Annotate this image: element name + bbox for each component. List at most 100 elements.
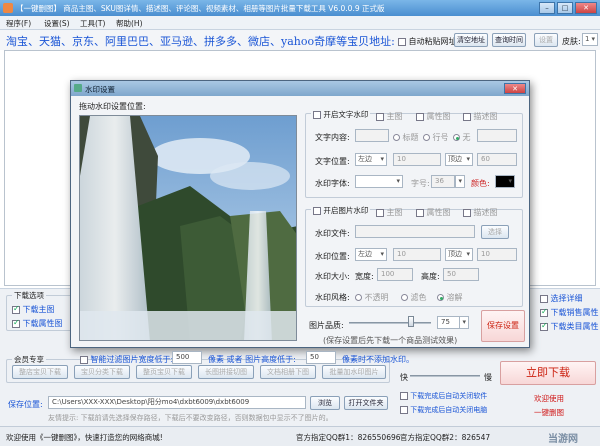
- filter-height-input[interactable]: 50: [306, 351, 336, 364]
- wm-style-opaque[interactable]: 不透明: [355, 292, 389, 303]
- text-wm-target-main[interactable]: 主图: [376, 111, 403, 122]
- img-wm-target-attr-checkbox[interactable]: [416, 208, 424, 217]
- img-wm-target-main-checkbox[interactable]: [376, 208, 384, 217]
- filter-width-input[interactable]: 500: [172, 351, 202, 364]
- img-wm-target-main[interactable]: 主图: [376, 207, 403, 218]
- auto-close-app-option[interactable]: 下载完成后自动关闭软件: [400, 391, 487, 401]
- watermark-file-label: 水印文件:: [315, 229, 350, 238]
- menu-settings[interactable]: 设置(S): [44, 18, 70, 29]
- font-size-input[interactable]: 36: [431, 175, 455, 188]
- auto-paste-option[interactable]: 自动粘贴网址: [398, 36, 457, 47]
- text-wm-target-attr[interactable]: 属性图: [416, 111, 451, 122]
- text-v-align-select[interactable]: 顶边: [445, 153, 473, 166]
- color-picker[interactable]: [495, 175, 515, 188]
- img-wm-target-desc-checkbox[interactable]: [463, 208, 471, 217]
- text-wm-target-attr-checkbox[interactable]: [416, 112, 424, 121]
- select-detail-checkbox[interactable]: [540, 294, 548, 303]
- content-opt-line[interactable]: 行号: [423, 132, 449, 143]
- content-opt-none-radio[interactable]: [453, 134, 460, 141]
- auto-paste-checkbox[interactable]: [398, 37, 406, 46]
- long-image-stitch-button[interactable]: 长图拼接切图: [198, 365, 254, 379]
- category-download-button[interactable]: 宝贝分类下载: [74, 365, 130, 379]
- wm-h-align-select[interactable]: 左边: [355, 248, 387, 261]
- download-attr-image-checkbox[interactable]: [12, 318, 20, 328]
- text-h-align-select[interactable]: 左边: [355, 153, 387, 166]
- download-sales-attr-label: 下载销售属性: [550, 308, 599, 317]
- doc-album-button[interactable]: 文档相册下图: [260, 365, 316, 379]
- wm-height-label: 高度:: [421, 272, 440, 281]
- content-opt-title[interactable]: 标题: [393, 132, 419, 143]
- text-wm-target-main-checkbox[interactable]: [376, 112, 384, 121]
- wm-style-dissolve-radio[interactable]: [437, 294, 444, 301]
- wm-v-offset-input[interactable]: 10: [477, 248, 517, 261]
- auto-shutdown-checkbox[interactable]: [400, 406, 408, 414]
- download-now-button[interactable]: 立即下载: [500, 361, 596, 385]
- img-wm-target-attr[interactable]: 属性图: [416, 207, 451, 218]
- window-controls: – □ ✕: [539, 2, 597, 14]
- text-wm-target-desc-checkbox[interactable]: [463, 112, 471, 121]
- image-watermark-enable[interactable]: 开启图片水印: [311, 205, 371, 216]
- text-content-input[interactable]: [355, 129, 389, 142]
- menu-help[interactable]: 帮助(H): [116, 18, 143, 29]
- text-wm-target-desc[interactable]: 描述图: [463, 111, 498, 122]
- img-wm-target-desc[interactable]: 描述图: [463, 207, 498, 218]
- quality-slider-thumb[interactable]: [407, 316, 414, 327]
- page-download-button[interactable]: 整页宝贝下载: [136, 365, 192, 379]
- skin-select[interactable]: 1: [582, 33, 598, 46]
- text-watermark-enable[interactable]: 开启文字水印: [311, 109, 371, 120]
- close-icon[interactable]: ✕: [575, 2, 597, 14]
- auto-close-app-checkbox[interactable]: [400, 392, 408, 400]
- whole-shop-download-button[interactable]: 整店宝贝下载: [12, 365, 68, 379]
- download-main-image-checkbox[interactable]: [12, 304, 20, 314]
- url-settings-button[interactable]: 设置: [534, 33, 558, 47]
- menu-tools[interactable]: 工具(T): [80, 18, 105, 29]
- content-opt-none[interactable]: 无: [453, 132, 471, 143]
- watermark-preview-image[interactable]: [79, 115, 297, 341]
- download-attr-image-option[interactable]: 下载属性图: [12, 318, 63, 329]
- content-opt-title-radio[interactable]: [393, 134, 400, 141]
- save-settings-button[interactable]: 保存设置: [481, 310, 525, 342]
- font-size-dropdown-icon[interactable]: [455, 175, 465, 188]
- font-select[interactable]: [355, 175, 403, 188]
- wm-width-input[interactable]: 100: [377, 268, 413, 281]
- wm-h-offset-input[interactable]: 10: [393, 248, 441, 261]
- text-v-offset-input[interactable]: 60: [477, 153, 517, 166]
- download-sales-attr-checkbox[interactable]: [540, 307, 548, 317]
- maximize-icon[interactable]: □: [557, 2, 573, 14]
- filter-option[interactable]: 智能过滤图片宽度低于:: [80, 354, 173, 365]
- download-category-attr-checkbox[interactable]: [540, 321, 548, 331]
- wm-v-align-select[interactable]: 顶边: [445, 248, 473, 261]
- speed-slider[interactable]: [410, 375, 480, 377]
- wm-style-screen-radio[interactable]: [401, 294, 408, 301]
- content-opt-line-radio[interactable]: [423, 134, 430, 141]
- text-h-offset-input[interactable]: 10: [393, 153, 441, 166]
- wm-style-opaque-radio[interactable]: [355, 294, 362, 301]
- filter-checkbox[interactable]: [80, 355, 88, 364]
- batch-watermark-button[interactable]: 批量加水印图片: [322, 365, 386, 379]
- clear-url-button[interactable]: 清空地址: [454, 33, 488, 47]
- download-sales-attr-option[interactable]: 下载销售属性: [540, 307, 599, 318]
- query-time-button[interactable]: 查询时间: [492, 33, 526, 47]
- select-file-button[interactable]: 选择: [481, 225, 509, 239]
- watermark-file-input[interactable]: [355, 225, 475, 238]
- wm-style-screen[interactable]: 滤色: [401, 292, 427, 303]
- image-watermark-checkbox[interactable]: [313, 207, 321, 215]
- dialog-close-icon[interactable]: ✕: [504, 83, 526, 94]
- download-category-attr-option[interactable]: 下载类目属性: [540, 321, 599, 332]
- minimize-icon[interactable]: –: [539, 2, 555, 14]
- quality-spin-icon[interactable]: [459, 316, 469, 329]
- select-detail-option[interactable]: 选择详细: [540, 293, 583, 304]
- download-main-image-option[interactable]: 下载主图: [12, 304, 55, 315]
- auto-shutdown-option[interactable]: 下载完成后自动关闭电脑: [400, 405, 487, 415]
- menu-program[interactable]: 程序(F): [6, 18, 31, 29]
- quality-value-input[interactable]: 75: [437, 316, 461, 329]
- brand-watermark: 当游网: [548, 434, 578, 445]
- open-folder-button[interactable]: 打开文件夹: [344, 396, 388, 410]
- browse-button[interactable]: 浏览: [310, 396, 340, 410]
- quality-slider[interactable]: [349, 322, 431, 324]
- wm-height-input[interactable]: 50: [443, 268, 479, 281]
- text-watermark-checkbox[interactable]: [313, 111, 321, 119]
- wm-style-dissolve[interactable]: 溶解: [437, 292, 463, 303]
- text-content-extra-input[interactable]: [477, 129, 517, 142]
- save-path-input[interactable]: C:\Users\XXX-XXX\Desktop\阳分mo4\dxbt6009\…: [48, 396, 306, 409]
